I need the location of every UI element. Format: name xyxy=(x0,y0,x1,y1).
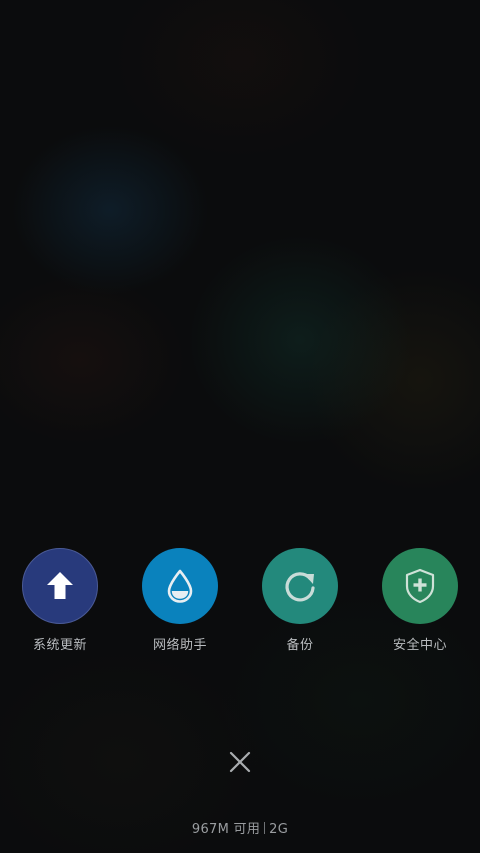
memory-status: 967M 可用 2G xyxy=(0,818,480,837)
app-backup[interactable]: 备份 xyxy=(240,548,360,658)
app-security-center[interactable]: 安全中心 xyxy=(360,548,480,658)
quick-apps-row: 系统更新 网络助手 备份 安全中心 xyxy=(0,548,480,658)
app-icon-circle xyxy=(382,548,458,624)
app-label: 安全中心 xyxy=(392,638,447,653)
water-drop-icon xyxy=(167,569,193,603)
app-icon-circle xyxy=(142,548,218,624)
app-label: 网络助手 xyxy=(152,638,207,653)
shield-plus-icon xyxy=(405,568,435,604)
app-system-update[interactable]: 系统更新 xyxy=(0,548,120,658)
app-icon-circle xyxy=(262,548,338,624)
recent-apps-screen: 系统更新 网络助手 备份 安全中心 967M 可用 2G xyxy=(0,0,480,853)
close-icon xyxy=(229,751,251,773)
app-icon-circle xyxy=(22,548,98,624)
divider xyxy=(264,822,266,834)
memory-available: 967M 可用 xyxy=(191,822,261,837)
clear-all-button[interactable] xyxy=(222,744,258,780)
app-label: 备份 xyxy=(286,638,314,653)
refresh-icon xyxy=(285,572,315,602)
app-label: 系统更新 xyxy=(32,638,87,653)
app-network-assistant[interactable]: 网络助手 xyxy=(120,548,240,658)
memory-total: 2G xyxy=(269,822,289,837)
upload-arrow-icon xyxy=(47,572,73,599)
